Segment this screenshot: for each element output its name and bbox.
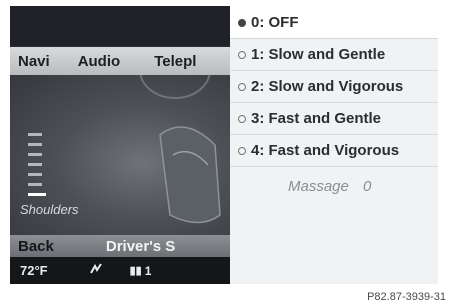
option-slow-gentle[interactable]: 1: Slow and Gentle [238,46,385,63]
back-button[interactable]: Back [18,238,54,255]
bottom-bar: Back Driver's S [10,235,230,257]
intensity-scale [28,133,48,203]
seat-heating-icon[interactable] [88,261,104,280]
massage-value: 0 [363,178,372,195]
seat-illustration: Shoulders [10,75,230,235]
divider [230,38,438,39]
seat-zone-label: Shoulders [20,202,79,217]
radio-selected-icon [238,18,246,27]
scale-bar [28,173,42,176]
massage-program-menu: 0: OFF 1: Slow and Gentle 2: Slow and Vi… [230,6,438,284]
option-fast-vigorous[interactable]: 4: Fast and Vigorous [238,142,399,159]
scale-bar-active [28,193,46,196]
divider [230,102,438,103]
option-label: 1: Slow and Gentle [251,46,386,63]
scale-bar [28,133,42,136]
menu-item-telephone[interactable]: Telepl [154,53,196,70]
massage-label: Massage [288,178,349,195]
status-bar: 72°F ▮▮ 1 [10,257,230,284]
phone-signal-icon: ▮▮ [129,265,142,277]
scale-bar [28,143,42,146]
option-slow-vigorous[interactable]: 2: Slow and Vigorous [238,78,403,95]
radio-icon [238,82,246,91]
divider [230,134,438,135]
temperature-readout: 72°F [20,263,48,278]
scale-bar [28,163,42,166]
option-label: 0: OFF [251,14,299,31]
menu-item-audio[interactable]: Audio [78,53,121,70]
divider [230,166,438,167]
radio-icon [238,114,246,123]
display-screen: Navi Audio Telepl Shoulders Back Driver'… [10,6,438,284]
menu-item-navi[interactable]: Navi [18,53,50,70]
page-title: Driver's S [105,237,176,255]
option-label: 3: Fast and Gentle [251,110,382,127]
top-bar [10,6,230,46]
massage-status: Massage 0 [288,178,371,195]
channel-indicator: 1 [144,263,152,278]
scale-bar [28,183,42,186]
main-menu-bar: Navi Audio Telepl [10,47,230,75]
radio-icon [238,50,246,59]
option-off[interactable]: 0: OFF [238,14,299,31]
divider [230,70,438,71]
radio-icon [238,146,246,155]
option-fast-gentle[interactable]: 3: Fast and Gentle [238,110,381,127]
option-label: 2: Slow and Vigorous [251,78,404,95]
figure-caption: P82.87-3939-31 [367,291,446,303]
option-label: 4: Fast and Vigorous [251,142,400,159]
scale-bar [28,153,42,156]
